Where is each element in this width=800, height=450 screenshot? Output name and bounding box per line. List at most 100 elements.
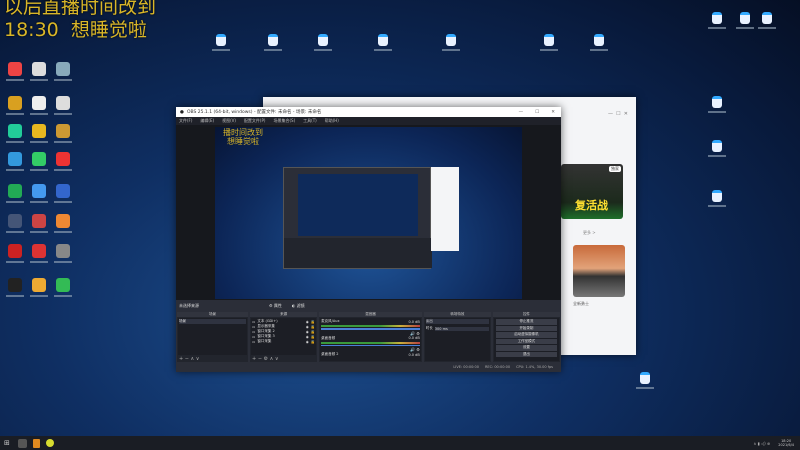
control-button[interactable]: 停止推流 [495,319,557,325]
desktop-icon[interactable] [8,96,22,110]
lock-icon[interactable]: 🔓 [311,330,315,334]
taskbar-app2-icon[interactable] [45,439,54,447]
desktop-icon[interactable] [56,278,70,292]
desktop-icon[interactable] [8,152,22,166]
visibility-eye-icon[interactable]: ◉ [306,325,309,329]
preview-area[interactable]: 播时间改到 想睡觉啦 [176,125,561,300]
desktop-icon[interactable] [56,244,70,258]
menu-item[interactable]: 文件(F) [179,118,192,124]
control-button[interactable]: 工作室模式 [495,338,557,344]
desktop-icon[interactable] [8,62,22,76]
menu-item[interactable]: 帮助(H) [325,118,339,124]
desktop-icon[interactable] [56,184,70,198]
document-icon[interactable] [446,34,456,46]
menu-item[interactable]: 工具(T) [303,118,317,124]
lock-icon[interactable]: 🔓 [311,340,315,344]
desktop-icon[interactable] [32,96,46,110]
lock-icon[interactable]: 🔓 [311,325,315,329]
lock-icon[interactable]: 🔓 [311,335,315,339]
tray-icons[interactable]: ∧ ▮ ◁) ⊕ [753,441,770,446]
desktop-icon[interactable] [56,62,70,76]
menu-item[interactable]: 配置文件(P) [244,118,266,124]
desktop-icon[interactable] [8,184,22,198]
desktop-icon[interactable] [8,214,22,228]
document-icon[interactable] [378,34,388,46]
taskbar-app-icon[interactable] [32,438,40,448]
video-banner[interactable]: 独家 复活战 [561,164,623,219]
visibility-eye-icon[interactable]: ◉ [306,340,309,344]
lock-icon[interactable]: 🔓 [311,320,315,324]
control-button[interactable]: 退出 [495,351,557,357]
dock-title: 控件 [492,312,560,317]
document-icon[interactable] [318,34,328,46]
document-icon[interactable] [712,190,722,202]
dock-title: 混音器 [319,312,422,317]
desktop-icon-label [54,141,72,143]
document-icon[interactable] [544,34,554,46]
properties-button[interactable]: ⚙ 属性 [269,303,282,309]
clock[interactable]: 18:20 2021/6/4 [778,439,794,448]
source-type-icon: ▭ [252,339,256,344]
desktop-icon[interactable] [56,124,70,138]
close-button[interactable]: ✕ [551,110,555,115]
minimize-button[interactable]: — [519,110,524,115]
document-icon[interactable] [712,12,722,24]
menu-item[interactable]: 编辑(E) [200,118,214,124]
volume-slider[interactable] [321,344,420,346]
document-icon[interactable] [268,34,278,46]
visibility-eye-icon[interactable]: ◉ [306,320,309,324]
document-icon[interactable] [594,34,604,46]
document-icon[interactable] [762,12,772,24]
filters-button[interactable]: ◐ 滤镜 [292,303,305,309]
desktop-icon-label [6,201,24,203]
scene-item[interactable]: 场景 [179,319,247,324]
desktop-icon[interactable] [8,124,22,138]
nested-obs-preview [283,167,432,269]
desktop-icon[interactable] [32,62,46,76]
channel-db: 0.0 dB [408,319,420,324]
desktop-icon[interactable] [8,244,22,258]
obs-window[interactable]: ● OBS 25.1.1 (64-bit, windows) - 配置文件: 未… [176,107,561,372]
desktop-icon[interactable] [56,96,70,110]
document-icon[interactable] [712,140,722,152]
cpu-status: CPU: 1.4%, 30.00 fps [516,365,553,369]
desktop-icon-label [54,113,72,115]
desktop-icon[interactable] [32,278,46,292]
duration-input[interactable]: 300 ms [434,326,489,331]
source-toolbar: 未选择来源 ⚙ 属性 ◐ 滤镜 [176,300,561,312]
taskbar-obs-icon[interactable] [17,438,27,448]
title-bar[interactable]: ● OBS 25.1.1 (64-bit, windows) - 配置文件: 未… [176,107,561,117]
video-card[interactable] [573,245,625,297]
control-button[interactable]: 启动虚拟摄像机 [495,332,557,338]
menu-item[interactable]: 视图(V) [222,118,236,124]
desktop-icon[interactable] [32,184,46,198]
source-name: 窗口采集 [257,339,272,343]
maximize-button[interactable]: ☐ [535,110,539,115]
document-icon[interactable] [640,372,650,384]
nested-browser [431,167,459,251]
volume-slider[interactable] [321,328,420,330]
document-icon[interactable] [216,34,226,46]
visibility-eye-icon[interactable]: ◉ [306,335,309,339]
document-icon[interactable] [712,96,722,108]
desktop-icon[interactable] [32,244,46,258]
transition-select[interactable]: 淡出 [425,319,489,324]
start-button[interactable]: ⊞ [4,439,10,447]
desktop-icon[interactable] [32,214,46,228]
desktop-icon[interactable] [32,124,46,138]
desktop-icon[interactable] [8,278,22,292]
source-item[interactable]: ▭ 窗口采集 ◉ 🔓 [252,339,315,344]
desktop-icon-label [54,231,72,233]
control-button[interactable]: 设置 [495,345,557,351]
desktop-icon[interactable] [32,152,46,166]
desktop-icon[interactable] [56,214,70,228]
window-controls[interactable]: — ☐ ✕ [608,111,628,117]
volume-meter [321,325,420,327]
menu-item[interactable]: 场景集合(S) [273,118,295,124]
visibility-eye-icon[interactable]: ◉ [306,330,309,334]
desktop-icon[interactable] [56,152,70,166]
more-link[interactable]: 更多 > [583,230,596,236]
desktop-icon-label [30,169,48,171]
document-icon[interactable] [740,12,750,24]
control-button[interactable]: 开始录制 [495,325,557,331]
